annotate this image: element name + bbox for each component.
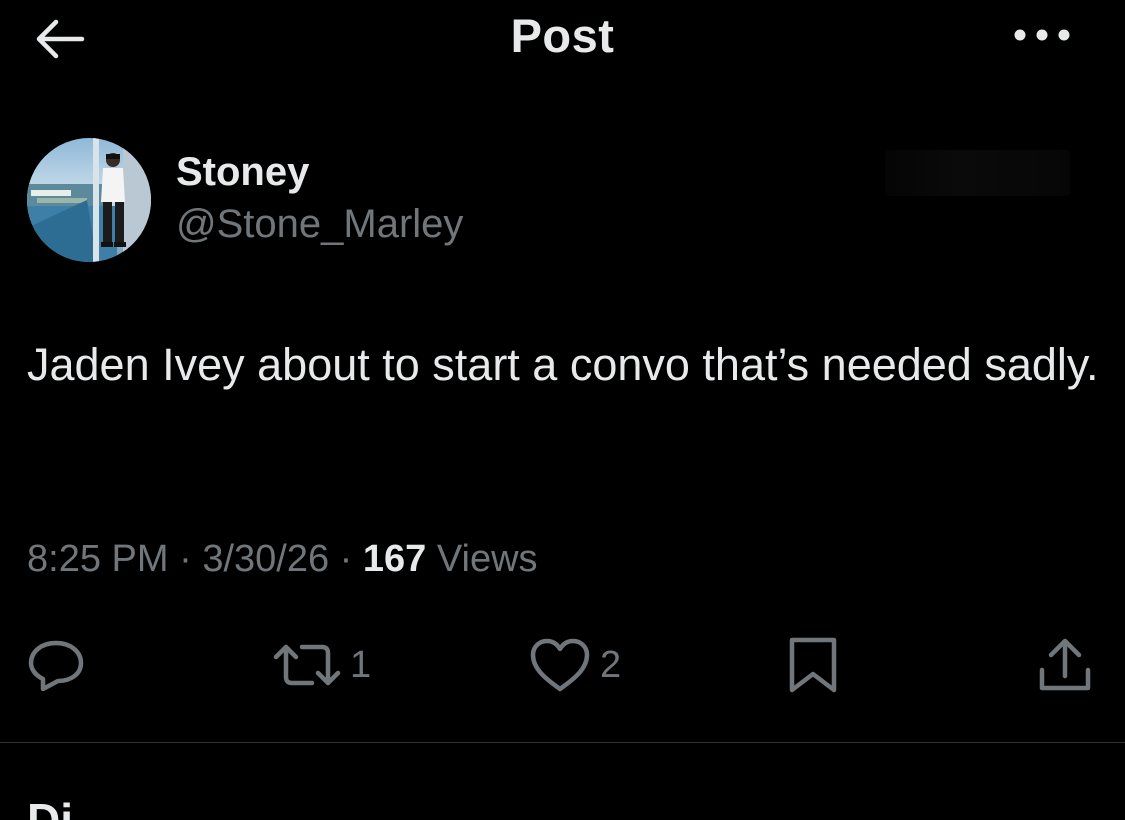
post-date[interactable]: 3/30/26	[202, 538, 329, 580]
ellipsis-horizontal-icon	[1014, 29, 1070, 41]
views-label[interactable]: Views	[437, 538, 538, 580]
top-bar: Post	[0, 0, 1125, 80]
post-text: Jaden Ivey about to start a convo that’s…	[27, 339, 1099, 390]
repost-icon	[273, 644, 341, 686]
meta-separator: ·	[168, 538, 203, 580]
page-title: Post	[510, 9, 615, 62]
post-time[interactable]: 8:25 PM	[27, 538, 169, 580]
share-upload-icon	[1039, 638, 1091, 691]
views-count[interactable]: 167	[363, 538, 426, 580]
post-detail-page: Post Stoney @Stone_Marley Jaden Ivey abo…	[0, 0, 1125, 820]
more-options-button[interactable]	[1010, 20, 1074, 50]
bookmark-icon	[789, 637, 837, 693]
like-button[interactable]: 2	[528, 630, 621, 700]
next-section-heading: Di	[27, 794, 73, 820]
like-count: 2	[600, 643, 622, 686]
reply-bubble-icon	[28, 640, 84, 691]
profile-photo	[27, 138, 151, 262]
action-bar: 1 2	[0, 630, 1125, 700]
reply-button[interactable]	[27, 630, 85, 700]
author-display-name[interactable]: Stoney	[176, 150, 309, 195]
post-meta: 8:25 PM · 3/30/26 · 167 Views	[27, 538, 538, 581]
faded-follow-label	[885, 150, 1070, 196]
repost-count: 1	[350, 643, 372, 686]
heart-icon	[530, 638, 590, 692]
avatar[interactable]	[27, 138, 151, 262]
section-divider	[0, 742, 1125, 743]
bookmark-button[interactable]	[786, 630, 840, 700]
author-handle[interactable]: @Stone_Marley	[176, 202, 463, 247]
share-button[interactable]	[1036, 630, 1094, 700]
meta-separator: ·	[329, 538, 363, 580]
repost-button[interactable]: 1	[272, 630, 371, 700]
